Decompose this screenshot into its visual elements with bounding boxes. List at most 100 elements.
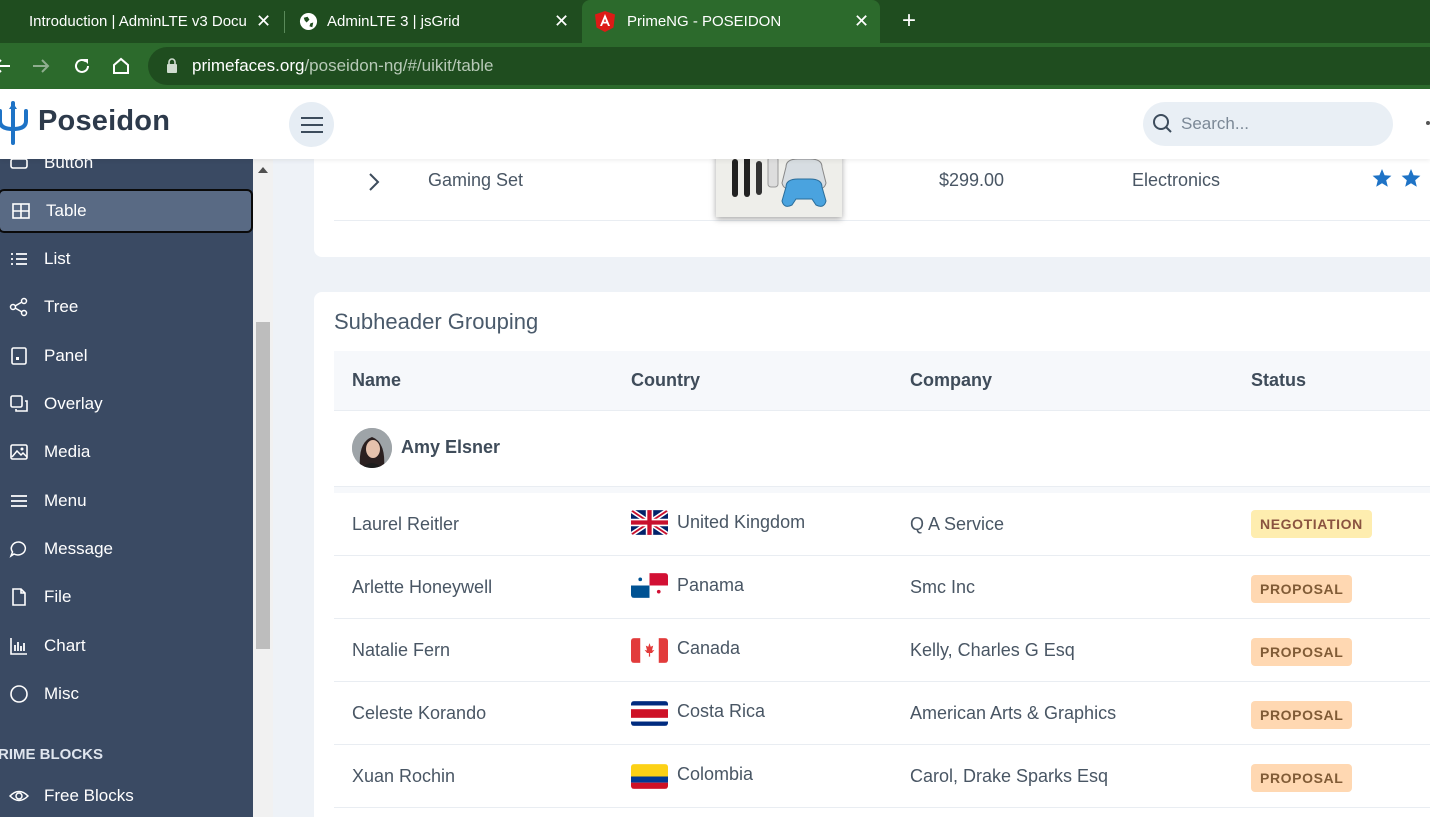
trident-logo-icon — [0, 101, 28, 145]
angular-icon — [595, 11, 615, 32]
comment-icon — [9, 541, 27, 558]
table-icon — [12, 203, 30, 219]
sidebar-item-label: Chart — [44, 636, 86, 655]
group-header-row: Amy Elsner — [334, 411, 1430, 487]
sidebar-item-misc[interactable]: Misc — [0, 672, 253, 716]
sidebar-item-media[interactable]: Media — [0, 430, 253, 474]
arrow-left-icon — [0, 59, 10, 73]
rating[interactable] — [1372, 167, 1430, 196]
sidebar-item-label: Free Blocks — [44, 786, 134, 805]
column-header-country: Country — [631, 370, 700, 390]
cell-company: Carol, Drake Sparks Esq — [910, 766, 1109, 786]
tab-title: PrimeNG - POSEIDON — [627, 13, 782, 30]
avatar-image — [352, 428, 392, 468]
bars-icon-line — [301, 131, 323, 133]
column-header-name: Name — [352, 370, 402, 390]
address-bar[interactable]: primefaces.org/poseidon-ng/#/uikit/table — [148, 47, 1430, 85]
sidebar-item-chart[interactable]: Chart — [0, 624, 253, 668]
bars-icon-line — [301, 124, 323, 126]
table-header: Name Country Company Status — [334, 351, 1430, 411]
cell-name: Celeste Korando — [352, 703, 487, 723]
circle-icon — [10, 685, 28, 703]
cell-name: Laurel Reitler — [352, 514, 460, 534]
sidebar-item-label: Misc — [44, 684, 79, 703]
search-box[interactable] — [1143, 102, 1393, 146]
tab-close-icon[interactable]: ✕ — [554, 11, 569, 32]
chevron-right-icon[interactable] — [366, 171, 382, 193]
sidebar-item-free-blocks[interactable]: Free Blocks — [0, 774, 253, 817]
url-path: /poseidon-ng/#/uikit/table — [304, 56, 494, 75]
sidebar-item-panel[interactable]: Panel — [0, 334, 253, 378]
bars-icon — [11, 495, 27, 507]
menu-toggle-button[interactable] — [289, 102, 334, 147]
cell-name: Natalie Fern — [352, 640, 451, 660]
scroll-up-arrow-icon[interactable] — [258, 167, 268, 173]
scrollbar-thumb[interactable] — [256, 322, 270, 649]
status-badge: PROPOSAL — [1251, 764, 1353, 792]
flag-cr-icon — [631, 701, 668, 726]
back-button[interactable] — [0, 52, 16, 80]
browser-tab-jsgrid[interactable]: AdminLTE 3 | jsGrid ✕ — [287, 0, 582, 43]
browser-tab-adminlte-docs[interactable]: Introduction | AdminLTE v3 Docu ✕ — [0, 0, 282, 43]
sidebar-item-message[interactable]: Message — [0, 527, 253, 571]
forward-button[interactable] — [27, 52, 55, 80]
flag-ca-icon — [631, 638, 668, 663]
browser-tab-primeng-poseidon[interactable]: PrimeNG - POSEIDON ✕ — [582, 0, 880, 43]
sidebar-item-file[interactable]: File — [0, 575, 253, 619]
sidebar-item-label: List — [44, 249, 71, 268]
sidebar-item-label: Table — [46, 201, 87, 220]
url-text: primefaces.org/poseidon-ng/#/uikit/table — [192, 56, 493, 76]
product-image — [716, 159, 842, 217]
new-tab-button[interactable]: + — [898, 6, 920, 36]
more-icon[interactable] — [1426, 121, 1430, 125]
table-row: Gaming Set $299.00 Electronics — [334, 159, 1430, 221]
cell-country: Costa Rica — [677, 701, 766, 721]
star-icon — [1372, 169, 1421, 187]
sidebar-item-label: Panel — [44, 346, 88, 365]
tab-title: Introduction | AdminLTE v3 Docu — [29, 13, 247, 30]
sidebar-section-title: RIME BLOCKS — [0, 746, 103, 763]
url-host: primefaces.org — [192, 56, 305, 75]
home-button[interactable] — [107, 52, 135, 80]
arrow-right-icon — [33, 59, 50, 73]
sidebar-item-list[interactable]: List — [0, 237, 253, 281]
chart-bar-icon — [10, 638, 27, 655]
table-row: Xuan Rochin Colombia Carol, Drake Sparks… — [334, 745, 1430, 808]
sidebar-menu: Button Table List Tree Panel Overlay Med… — [0, 159, 253, 817]
sidebar-item-label: Menu — [44, 491, 87, 510]
sidebar-item-menu[interactable]: Menu — [0, 479, 253, 523]
app-logo-text[interactable]: Poseidon — [38, 105, 170, 138]
avatar — [352, 428, 392, 468]
cell-company: Q A Service — [910, 514, 1005, 534]
eye-icon — [9, 790, 29, 802]
tab-separator — [284, 11, 285, 33]
sidebar-item-tree[interactable]: Tree — [0, 285, 253, 329]
tab-close-icon[interactable]: ✕ — [854, 11, 869, 32]
search-input[interactable] — [1181, 112, 1381, 136]
sidebar-item-table[interactable]: Table — [0, 189, 253, 233]
browser-tab-strip: Introduction | AdminLTE v3 Docu ✕ AdminL… — [0, 0, 1430, 43]
cell-country: Canada — [677, 638, 741, 658]
product-category: Electronics — [1132, 170, 1221, 190]
status-badge: PROPOSAL — [1251, 638, 1353, 666]
file-icon — [12, 588, 26, 606]
flag-co-icon — [631, 764, 668, 789]
sidebar-item-label: Tree — [44, 297, 79, 316]
cell-company: Smc Inc — [910, 577, 976, 597]
clone-icon — [10, 395, 28, 412]
status-badge: PROPOSAL — [1251, 575, 1353, 603]
column-header-company: Company — [910, 370, 993, 390]
sidebar-item-overlay[interactable]: Overlay — [0, 382, 253, 426]
button-icon — [10, 159, 28, 169]
cell-company: Kelly, Charles G Esq — [910, 640, 1075, 660]
list-icon — [11, 253, 27, 265]
cell-name: Arlette Honeywell — [352, 577, 493, 597]
sidebar-item-button[interactable]: Button — [0, 159, 253, 185]
globe-icon — [299, 12, 318, 31]
reload-button[interactable] — [68, 52, 96, 80]
table-row: Natalie Fern Canada Kelly, Charles G Esq… — [334, 619, 1430, 682]
tab-close-icon[interactable]: ✕ — [256, 11, 271, 32]
share-icon — [9, 297, 28, 317]
status-badge: NEGOTIATION — [1251, 510, 1372, 538]
sidebar-scrollbar[interactable] — [253, 159, 273, 817]
